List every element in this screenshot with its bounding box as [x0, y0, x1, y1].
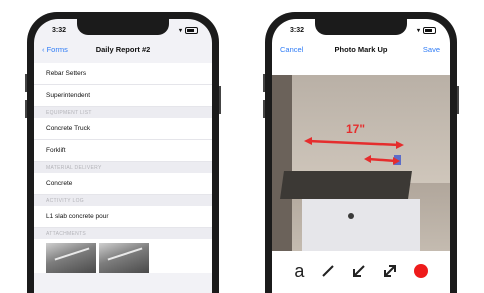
battery-icon: [423, 26, 436, 34]
volume-button: [263, 74, 265, 92]
wifi-icon: ▾: [416, 27, 420, 34]
screen: 3:32 ▾ ‹ Forms Daily Report #2 Rebar Set…: [34, 19, 212, 293]
status-icons: ▾: [178, 26, 198, 34]
notch: [315, 19, 407, 35]
status-time: 3:32: [290, 26, 305, 34]
back-label: Forms: [46, 44, 68, 54]
measurement-arrow[interactable]: [304, 137, 404, 149]
attachments: [34, 239, 212, 273]
wifi-icon: ▾: [178, 27, 182, 34]
notch: [77, 19, 169, 35]
nav-bar: Cancel Photo Mark Up Save: [272, 41, 450, 57]
section-header: EQUIPMENT LIST: [34, 107, 212, 118]
screen: 3:32 ▾ Cancel Photo Mark Up Save 17" a: [272, 19, 450, 293]
attachment-thumbnail[interactable]: [46, 243, 96, 273]
list-item[interactable]: Superintendent: [34, 85, 212, 107]
status-icons: ▾: [416, 26, 436, 34]
power-button: [457, 86, 459, 114]
section-header: ACTIVITY LOG: [34, 195, 212, 206]
nav-bar: ‹ Forms Daily Report #2: [34, 41, 212, 57]
power-button: [219, 86, 221, 114]
line-tool-icon[interactable]: [321, 264, 335, 278]
section-header: ATTACHMENTS: [34, 228, 212, 239]
arrow-tool-icon[interactable]: [352, 264, 366, 278]
cancel-button[interactable]: Cancel: [280, 45, 303, 54]
report-list: Rebar Setters Superintendent EQUIPMENT L…: [34, 63, 212, 293]
volume-button: [25, 100, 27, 118]
text-tool-icon[interactable]: a: [294, 262, 304, 280]
battery-icon: [185, 26, 198, 34]
volume-button: [25, 74, 27, 92]
markup-photo[interactable]: 17": [272, 75, 450, 251]
measurement-label[interactable]: 17": [346, 122, 365, 136]
markup-annotations: [304, 137, 404, 165]
phone-photo-markup: 3:32 ▾ Cancel Photo Mark Up Save 17" a: [263, 12, 459, 293]
save-button[interactable]: Save: [423, 45, 440, 54]
attachment-thumbnail[interactable]: [99, 243, 149, 273]
back-button[interactable]: ‹ Forms: [42, 45, 68, 54]
list-item[interactable]: Forklift: [34, 140, 212, 162]
list-item[interactable]: Rebar Setters: [34, 63, 212, 85]
color-picker[interactable]: [413, 264, 428, 278]
volume-button: [263, 100, 265, 118]
double-arrow-tool-icon[interactable]: [383, 264, 397, 278]
status-time: 3:32: [52, 26, 67, 34]
faucet-arrow[interactable]: [364, 155, 400, 165]
section-header: MATERIAL DELIVERY: [34, 162, 212, 173]
list-item[interactable]: Concrete Truck: [34, 118, 212, 140]
list-item[interactable]: Concrete: [34, 173, 212, 195]
list-item[interactable]: L1 slab concrete pour: [34, 206, 212, 228]
markup-toolbar: a: [272, 255, 450, 287]
phone-daily-report: 3:32 ▾ ‹ Forms Daily Report #2 Rebar Set…: [25, 12, 221, 293]
